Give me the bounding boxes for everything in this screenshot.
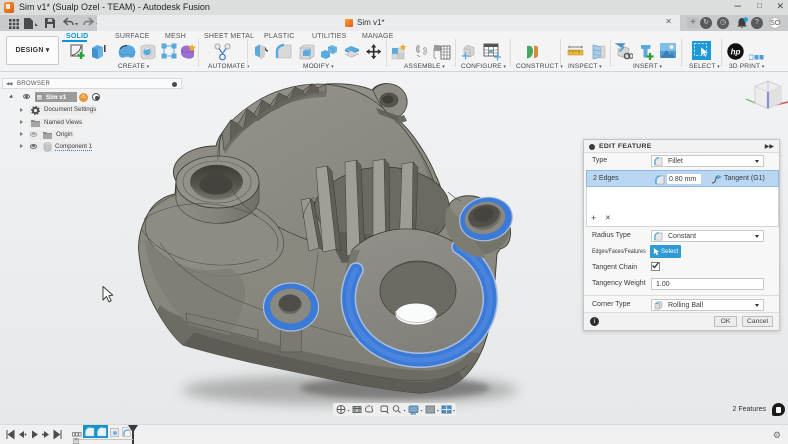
svg-text:hp: hp (731, 47, 741, 56)
